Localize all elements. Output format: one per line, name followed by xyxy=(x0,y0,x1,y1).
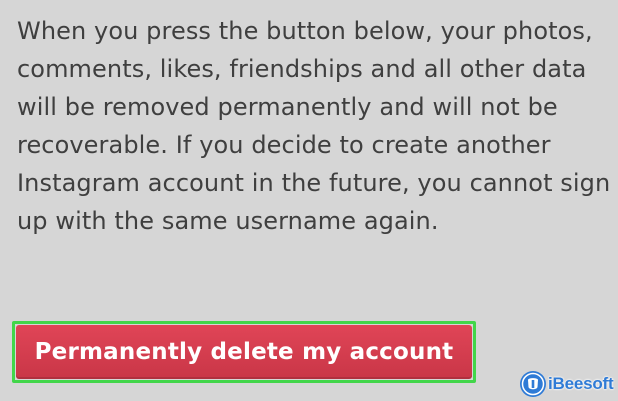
watermark-text: iBeesoft xyxy=(548,374,614,393)
warning-line: up with the same username again. xyxy=(17,207,439,235)
warning-line: When you press the button below, your ph… xyxy=(17,17,593,45)
warning-line: Instagram account in the future, you can… xyxy=(17,169,611,197)
account-deletion-warning: When you press the button below, your ph… xyxy=(17,12,618,240)
ibeesoft-watermark: iBeesoft xyxy=(519,370,614,398)
warning-line: recoverable. If you decide to create ano… xyxy=(17,131,551,159)
warning-line: will be removed permanently and will not… xyxy=(17,93,558,121)
permanently-delete-account-button[interactable]: Permanently delete my account xyxy=(16,325,472,379)
ibeesoft-logo-icon xyxy=(520,371,546,397)
warning-line: comments, likes, friendships and all oth… xyxy=(17,55,587,83)
